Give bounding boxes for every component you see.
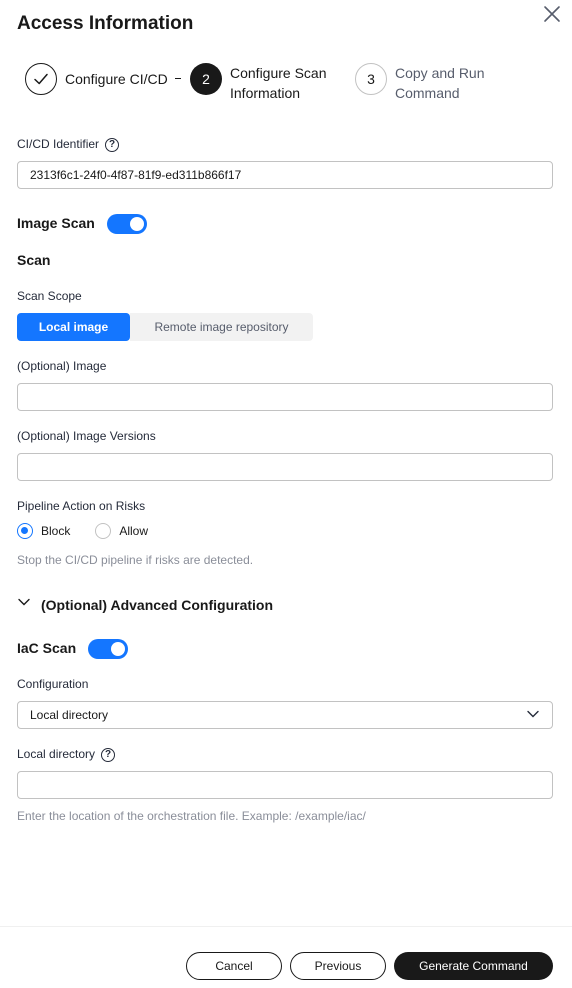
step-3-number: 3 [355, 63, 387, 95]
scope-remote-repository-button[interactable]: Remote image repository [130, 313, 313, 341]
step-3-label: Copy and Run Command [395, 63, 485, 103]
step-3-label-line2: Command [395, 85, 460, 101]
advanced-config-toggle[interactable]: (Optional) Advanced Configuration [17, 595, 273, 614]
step-2-label-line2: Information [230, 85, 301, 101]
cicd-identifier-label-text: CI/CD Identifier [17, 137, 100, 151]
scope-local-image-button[interactable]: Local image [17, 313, 130, 341]
help-icon[interactable]: ? [101, 747, 116, 762]
allow-radio-label: Allow [119, 524, 149, 538]
step-configure-cicd: Configure CI/CD [25, 63, 168, 95]
allow-radio[interactable] [95, 523, 112, 539]
footer-divider [0, 926, 572, 927]
local-directory-input[interactable] [17, 771, 553, 799]
step-2-number: 2 [190, 63, 222, 95]
image-versions-label: (Optional) Image Versions [17, 429, 156, 443]
pipeline-action-radio-group: Block Allow [17, 523, 148, 539]
configuration-label: Configuration [17, 677, 89, 691]
cancel-button[interactable]: Cancel [186, 952, 282, 980]
block-radio-label: Block [41, 524, 71, 538]
iac-scan-title: IaC Scan [17, 640, 77, 656]
local-directory-label-text: Local directory [17, 747, 96, 761]
optional-image-input[interactable] [17, 383, 553, 411]
previous-button[interactable]: Previous [290, 952, 386, 980]
cicd-identifier-input[interactable] [17, 161, 553, 189]
iac-scan-toggle[interactable] [88, 639, 128, 659]
local-directory-hint: Enter the location of the orchestration … [17, 809, 366, 823]
step-3-label-line1: Copy and Run [395, 65, 485, 81]
step-copy-run: 3 Copy and Run Command [355, 63, 485, 103]
advanced-config-title: (Optional) Advanced Configuration [41, 596, 274, 613]
step-2-label-line1: Configure Scan [230, 65, 327, 81]
chevron-down-icon [17, 595, 31, 614]
scan-scope-segmented: Local image Remote image repository [17, 313, 313, 341]
optional-image-label: (Optional) Image [17, 359, 107, 373]
scan-scope-label: Scan Scope [17, 289, 82, 303]
close-icon[interactable] [541, 3, 563, 25]
step-2-label: Configure Scan Information [230, 63, 327, 103]
image-versions-input[interactable] [17, 453, 553, 481]
step-1-label: Configure CI/CD [65, 71, 168, 87]
cicd-identifier-label: CI/CD Identifier? [17, 137, 120, 152]
help-icon[interactable]: ? [105, 137, 120, 152]
image-scan-toggle[interactable] [107, 214, 147, 234]
step-separator [175, 78, 181, 79]
pipeline-action-hint: Stop the CI/CD pipeline if risks are det… [17, 553, 254, 567]
configuration-select-value: Local directory [30, 708, 109, 722]
chevron-down-icon [526, 707, 540, 724]
configuration-select[interactable]: Local directory [17, 701, 553, 729]
scan-heading: Scan [17, 252, 51, 268]
step-configure-scan: 2 Configure Scan Information [190, 63, 327, 103]
check-icon [25, 63, 57, 95]
block-radio[interactable] [17, 523, 33, 539]
image-scan-title: Image Scan [17, 215, 95, 231]
pipeline-action-label: Pipeline Action on Risks [17, 499, 146, 513]
dialog-title: Access Information [17, 13, 194, 34]
local-directory-label: Local directory? [17, 747, 116, 762]
generate-command-button[interactable]: Generate Command [394, 952, 553, 980]
